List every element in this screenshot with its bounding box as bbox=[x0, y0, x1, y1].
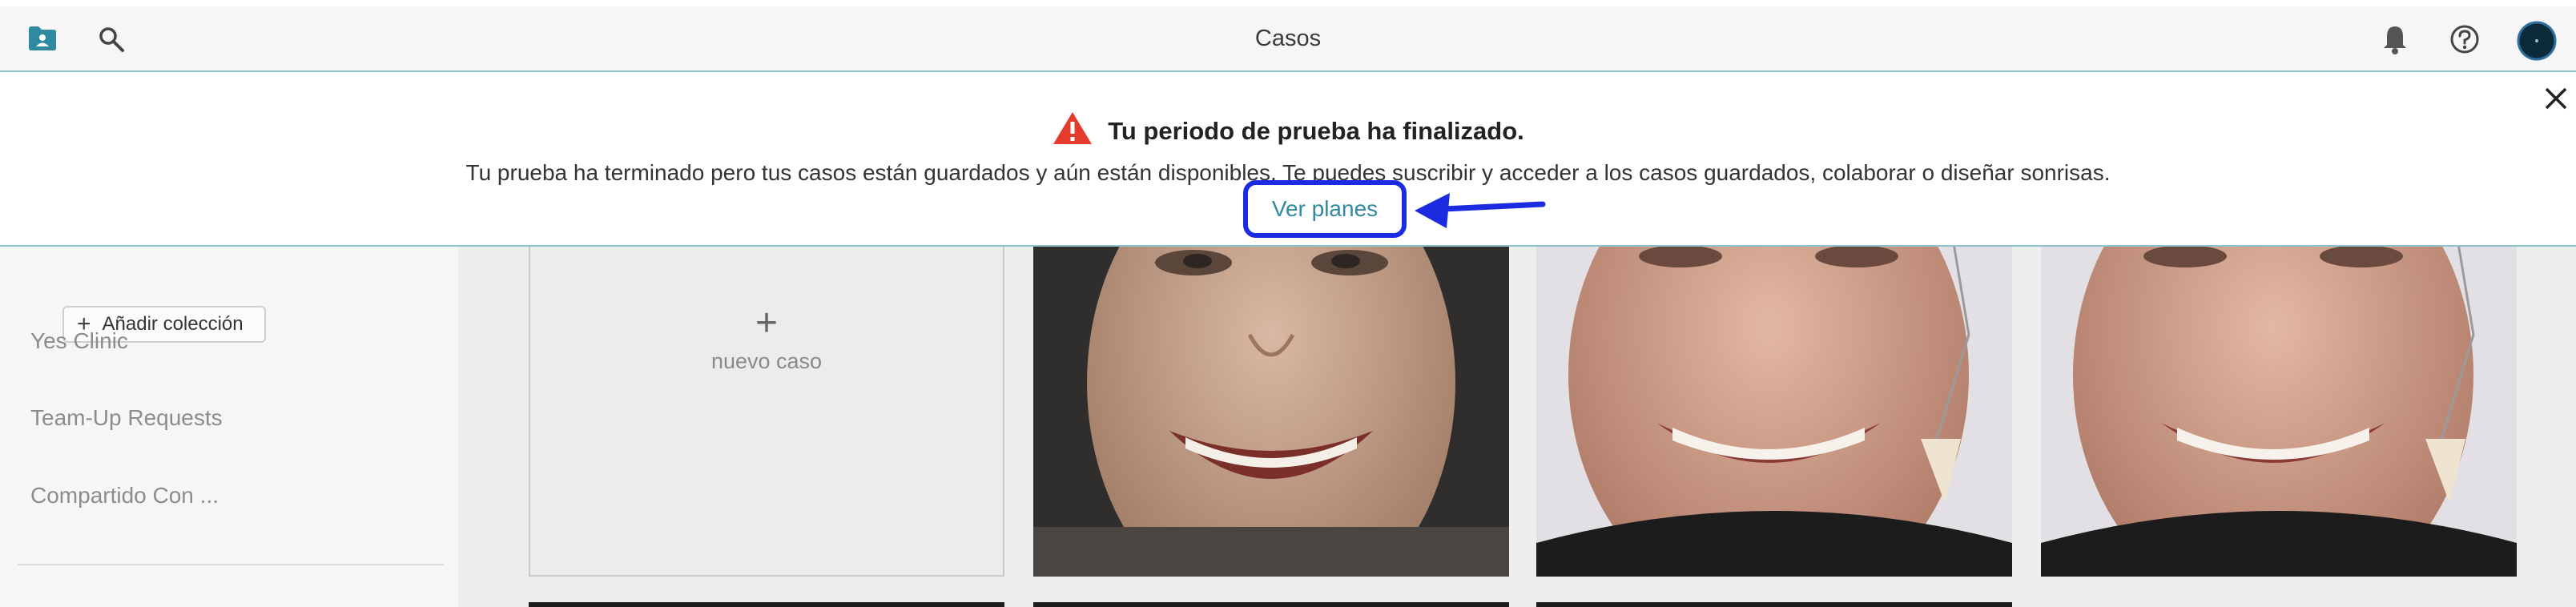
case-thumbnail-3[interactable] bbox=[2041, 239, 2517, 577]
page-title: Casos bbox=[1254, 26, 1322, 51]
sidebar-divider bbox=[18, 564, 444, 565]
warning-icon bbox=[1053, 112, 1093, 144]
case-card-row2 bbox=[529, 602, 1004, 607]
close-icon[interactable] bbox=[2544, 86, 2568, 111]
trial-ended-banner: Tu periodo de prueba ha finalizado. Tu p… bbox=[0, 72, 2576, 247]
top-bar: Casos bbox=[0, 6, 2576, 72]
case-thumbnail-1[interactable] bbox=[1033, 239, 1509, 577]
avatar[interactable] bbox=[2517, 21, 2557, 61]
new-case-label: nuevo caso bbox=[710, 349, 823, 373]
sidebar-item-yes-clinic[interactable]: Yes Clinic bbox=[30, 328, 128, 354]
help-icon[interactable] bbox=[2449, 24, 2480, 54]
add-case-icon: + bbox=[755, 302, 779, 344]
case-card-row2 bbox=[1536, 602, 2012, 607]
arrow-icon bbox=[1415, 193, 1546, 228]
sidebar-item-compartido-con[interactable]: Compartido Con ... bbox=[30, 483, 219, 509]
bell-icon[interactable] bbox=[2382, 24, 2408, 54]
case-card-row2 bbox=[1033, 602, 1509, 607]
banner-heading-text: Tu periodo de prueba ha finalizado. bbox=[1108, 117, 1524, 145]
sidebar-item-team-up-requests[interactable]: Team-Up Requests bbox=[30, 405, 223, 431]
new-case-card[interactable]: + nuevo caso bbox=[529, 239, 1004, 577]
case-thumbnail-2[interactable] bbox=[1536, 239, 2012, 577]
view-plans-link[interactable]: Ver planes bbox=[1243, 180, 1407, 238]
banner-heading: Tu periodo de prueba ha finalizado. bbox=[0, 111, 2576, 146]
